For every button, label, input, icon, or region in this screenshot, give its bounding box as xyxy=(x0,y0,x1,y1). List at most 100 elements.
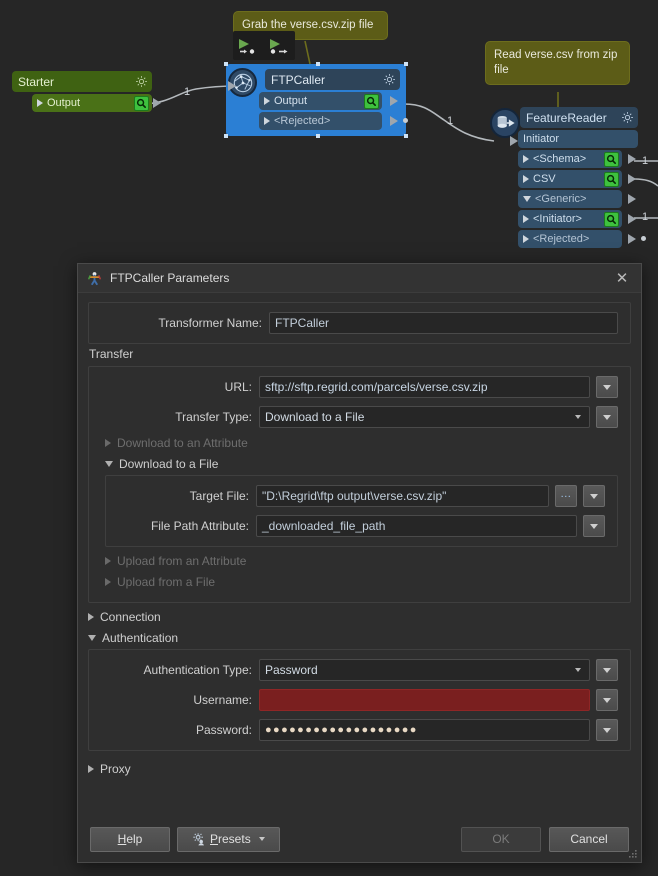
url-label: URL: xyxy=(224,380,252,394)
password-dropdown-button[interactable] xyxy=(596,719,618,741)
selection-handle[interactable] xyxy=(404,62,408,66)
dialog-body: Transformer Name: FTPCaller Transfer URL… xyxy=(78,293,641,816)
subsection-label: Upload from an Attribute xyxy=(117,554,247,568)
port-out-arrow-icon xyxy=(628,234,636,244)
port-fr-generic[interactable]: <Generic> xyxy=(518,190,636,208)
auth-type-label: Authentication Type: xyxy=(143,663,252,677)
port-label: <Rejected> xyxy=(274,115,331,127)
dialog-title: FTPCaller Parameters xyxy=(110,271,230,285)
port-out-arrow-icon xyxy=(628,194,636,204)
target-file-label: Target File: xyxy=(189,489,249,503)
target-file-input[interactable]: "D:\Regrid\ftp output\verse.csv.zip" xyxy=(256,485,549,507)
transfer-type-select[interactable]: Download to a File xyxy=(259,406,590,428)
section-label: Proxy xyxy=(100,762,131,776)
username-dropdown-button[interactable] xyxy=(596,689,618,711)
file-path-attribute-label: File Path Attribute: xyxy=(150,519,249,533)
fme-logo-icon xyxy=(88,271,101,285)
gear-icon[interactable] xyxy=(383,73,396,86)
node-featurereader[interactable]: FeatureReader Initiator <Schema> CSV <Ge… xyxy=(490,107,646,248)
port-fr-initiator[interactable]: Initiator xyxy=(518,130,638,148)
node-ftpcaller-header[interactable]: FTPCaller xyxy=(265,69,400,90)
transfer-section-title: Transfer xyxy=(89,347,134,361)
annotation-text: Read verse.csv from zip file xyxy=(494,49,618,76)
chevron-down-icon xyxy=(258,837,265,841)
url-input[interactable]: sftp://sftp.regrid.com/parcels/verse.csv… xyxy=(259,376,590,398)
subsection-download-to-file[interactable]: Download to a File xyxy=(105,457,618,471)
password-input[interactable]: ●●●●●●●●●●●●●●●●●●● xyxy=(259,719,590,741)
gear-icon[interactable] xyxy=(135,75,148,88)
row-target-file: Target File: "D:\Regrid\ftp output\verse… xyxy=(118,485,605,507)
target-file-dropdown-button[interactable] xyxy=(583,485,605,507)
chevron-right-icon xyxy=(88,765,94,773)
target-file-browse-button[interactable]: ... xyxy=(555,485,577,507)
dialog-titlebar[interactable]: FTPCaller Parameters ✕ xyxy=(78,264,641,293)
row-auth-type: Authentication Type: Password xyxy=(101,659,618,681)
port-endpoint-dot xyxy=(403,118,408,123)
gear-icon[interactable] xyxy=(621,111,634,124)
port-fr-csv[interactable]: CSV xyxy=(518,170,636,188)
ok-button[interactable]: OK xyxy=(461,826,541,852)
help-mnemonic: H xyxy=(117,832,127,846)
subsection-download-to-attribute[interactable]: Download to an Attribute xyxy=(105,436,618,450)
row-transfer-type: Transfer Type: Download to a File xyxy=(101,406,618,428)
selection-handle[interactable] xyxy=(224,62,228,66)
chevron-down-icon xyxy=(603,697,611,703)
connection-count-1: 1 xyxy=(184,86,191,98)
cancel-button[interactable]: Cancel xyxy=(549,826,629,852)
transformer-name-input[interactable]: FTPCaller xyxy=(269,312,618,334)
magnifier-icon[interactable] xyxy=(604,171,619,187)
magnifier-icon[interactable] xyxy=(134,95,149,111)
port-fr-initiator-out[interactable]: <Initiator> xyxy=(518,210,636,228)
port-triangle-icon xyxy=(523,235,529,243)
port-fr-schema[interactable]: <Schema> xyxy=(518,150,636,168)
chevron-down-icon xyxy=(603,384,611,390)
help-button[interactable]: Help xyxy=(90,826,170,852)
transfer-type-dropdown-button[interactable] xyxy=(596,406,618,428)
auth-type-select[interactable]: Password xyxy=(259,659,590,681)
close-icon[interactable]: ✕ xyxy=(609,267,635,289)
selection-handle[interactable] xyxy=(224,134,228,138)
selection-handle[interactable] xyxy=(316,134,320,138)
subsection-label: Download to an Attribute xyxy=(117,436,248,450)
node-starter-header[interactable]: Starter xyxy=(12,71,152,92)
chevron-right-icon xyxy=(105,439,111,447)
run-from-here-icon[interactable] xyxy=(268,37,292,55)
annotation-featurereader[interactable]: Read verse.csv from zip file xyxy=(485,41,630,85)
subsection-label: Download to a File xyxy=(119,457,219,471)
chevron-right-icon xyxy=(88,613,94,621)
node-ftpcaller-input-arrow-icon xyxy=(228,81,236,91)
node-starter[interactable]: Starter Output xyxy=(12,71,161,112)
selection-handle[interactable] xyxy=(316,62,320,66)
port-triangle-icon xyxy=(523,175,529,183)
magnifier-icon[interactable] xyxy=(604,211,619,227)
port-endpoint-dot xyxy=(641,236,646,241)
presets-label-rest: resets xyxy=(218,832,251,846)
chevron-down-icon xyxy=(575,668,581,672)
section-authentication[interactable]: Authentication xyxy=(88,631,631,645)
subsection-upload-from-attribute[interactable]: Upload from an Attribute xyxy=(105,554,618,568)
port-ftpcaller-output[interactable]: Output xyxy=(259,92,398,110)
url-dropdown-button[interactable] xyxy=(596,376,618,398)
subsection-upload-from-file[interactable]: Upload from a File xyxy=(105,575,618,589)
section-proxy[interactable]: Proxy xyxy=(88,762,631,776)
node-featurereader-header[interactable]: FeatureReader xyxy=(520,107,638,128)
magnifier-icon[interactable] xyxy=(364,93,379,109)
port-fr-rejected[interactable]: <Rejected> xyxy=(518,230,646,248)
selection-handle[interactable] xyxy=(404,134,408,138)
magnifier-icon[interactable] xyxy=(604,151,619,167)
file-path-attribute-dropdown-button[interactable] xyxy=(583,515,605,537)
auth-type-dropdown-button[interactable] xyxy=(596,659,618,681)
ftpcaller-parameters-dialog[interactable]: FTPCaller Parameters ✕ Transformer Name:… xyxy=(77,263,642,863)
port-ftpcaller-rejected[interactable]: <Rejected> xyxy=(259,112,408,130)
presets-button[interactable]: Presets xyxy=(177,826,280,852)
node-run-toolbar[interactable] xyxy=(233,31,295,60)
row-url: URL: sftp://sftp.regrid.com/parcels/vers… xyxy=(101,376,618,398)
run-to-here-icon[interactable] xyxy=(237,37,261,55)
username-input[interactable] xyxy=(259,689,590,711)
resize-grip-icon[interactable] xyxy=(628,849,638,859)
port-starter-output[interactable]: Output xyxy=(32,94,161,112)
file-path-attribute-input[interactable]: _downloaded_file_path xyxy=(256,515,577,537)
node-ftpcaller[interactable]: FTPCaller Output <Rejected> xyxy=(224,62,408,138)
port-triangle-icon xyxy=(264,97,270,105)
section-connection[interactable]: Connection xyxy=(88,610,631,624)
